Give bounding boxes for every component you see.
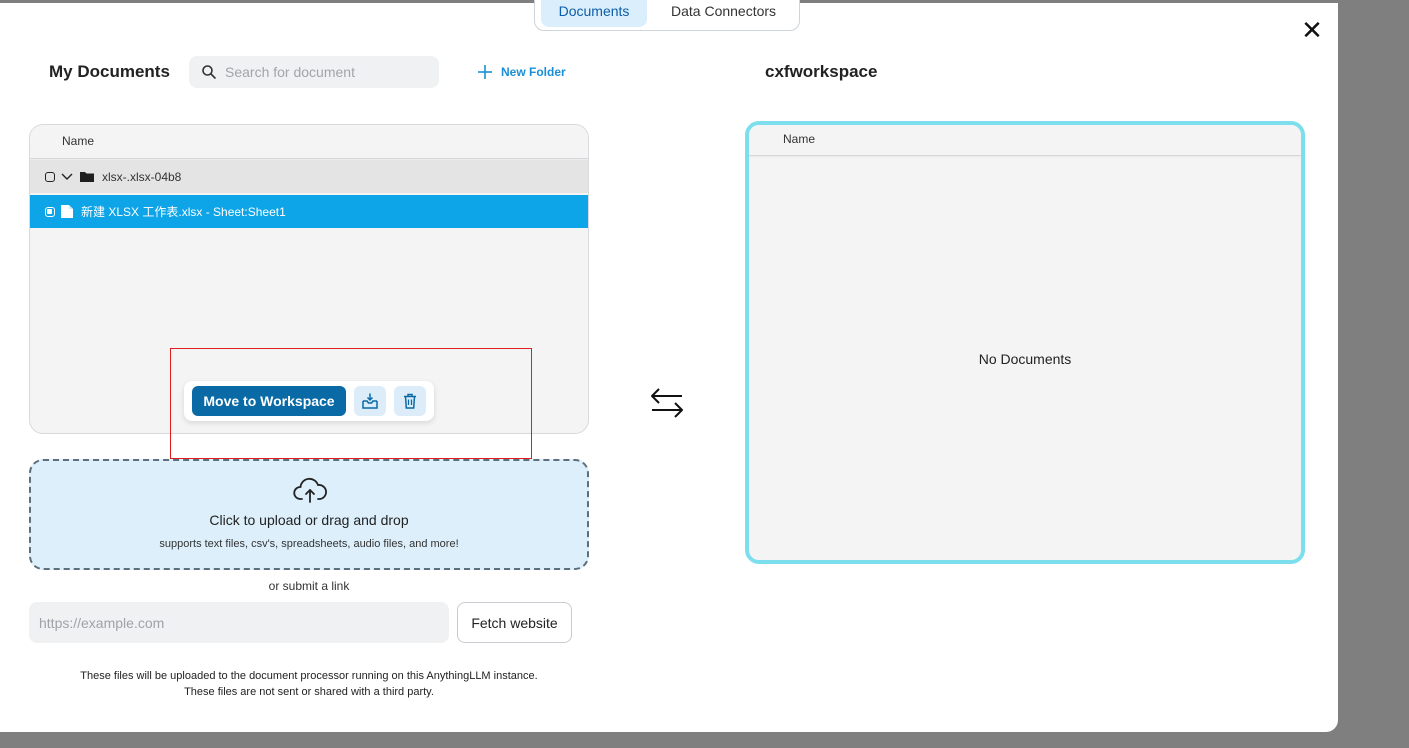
- folder-row[interactable]: xlsx-.xlsx-04b8: [30, 160, 588, 193]
- note-line-1: These files will be uploaded to the docu…: [80, 670, 538, 682]
- link-input[interactable]: [29, 602, 449, 643]
- upload-dropzone[interactable]: Click to upload or drag and drop support…: [29, 459, 589, 570]
- folder-checkbox[interactable]: [45, 171, 55, 182]
- document-icon: [61, 205, 73, 218]
- my-documents-title: My Documents: [49, 62, 170, 81]
- fetch-website-button[interactable]: Fetch website: [457, 602, 572, 643]
- plus-icon: [478, 65, 492, 79]
- document-manager-modal: Documents Data Connectors ✕ My Documents…: [0, 0, 1338, 732]
- search-icon: [202, 65, 216, 79]
- note-line-2: These files are not sent or shared with …: [184, 686, 434, 698]
- upload-title: Click to upload or drag and drop: [209, 512, 409, 528]
- name-column-header: Name: [30, 125, 588, 159]
- file-row[interactable]: 新建 XLSX 工作表.xlsx - Sheet:Sheet1: [30, 195, 588, 228]
- file-name: 新建 XLSX 工作表.xlsx - Sheet:Sheet1: [81, 205, 286, 219]
- swap-arrows-icon[interactable]: [650, 387, 684, 419]
- new-folder-label: New Folder: [501, 65, 566, 79]
- folder-name: xlsx-.xlsx-04b8: [102, 169, 182, 184]
- workspace-name-column-header: Name: [749, 125, 1301, 156]
- search-input[interactable]: [225, 56, 425, 88]
- chevron-down-icon[interactable]: [61, 172, 73, 182]
- new-folder-button[interactable]: New Folder: [477, 62, 566, 82]
- highlight-box: [170, 348, 532, 459]
- file-checkbox[interactable]: [45, 206, 55, 217]
- tab-documents[interactable]: Documents: [541, 0, 647, 27]
- workspace-title: cxfworkspace: [765, 62, 878, 81]
- or-submit-link-text: or submit a link: [268, 579, 350, 593]
- tab-bar: Documents Data Connectors: [534, 0, 800, 31]
- folder-icon: [80, 172, 94, 182]
- search-box: [189, 56, 439, 88]
- cloud-upload-icon: [293, 478, 327, 503]
- close-icon[interactable]: ✕: [1300, 17, 1324, 43]
- tab-data-connectors[interactable]: Data Connectors: [657, 0, 790, 27]
- workspace-documents-panel: Name No Documents: [745, 121, 1305, 564]
- no-documents-text: No Documents: [978, 351, 1072, 367]
- upload-privacy-note: These files will be uploaded to the docu…: [29, 668, 589, 700]
- upload-subtitle: supports text files, csv's, spreadsheets…: [159, 538, 459, 550]
